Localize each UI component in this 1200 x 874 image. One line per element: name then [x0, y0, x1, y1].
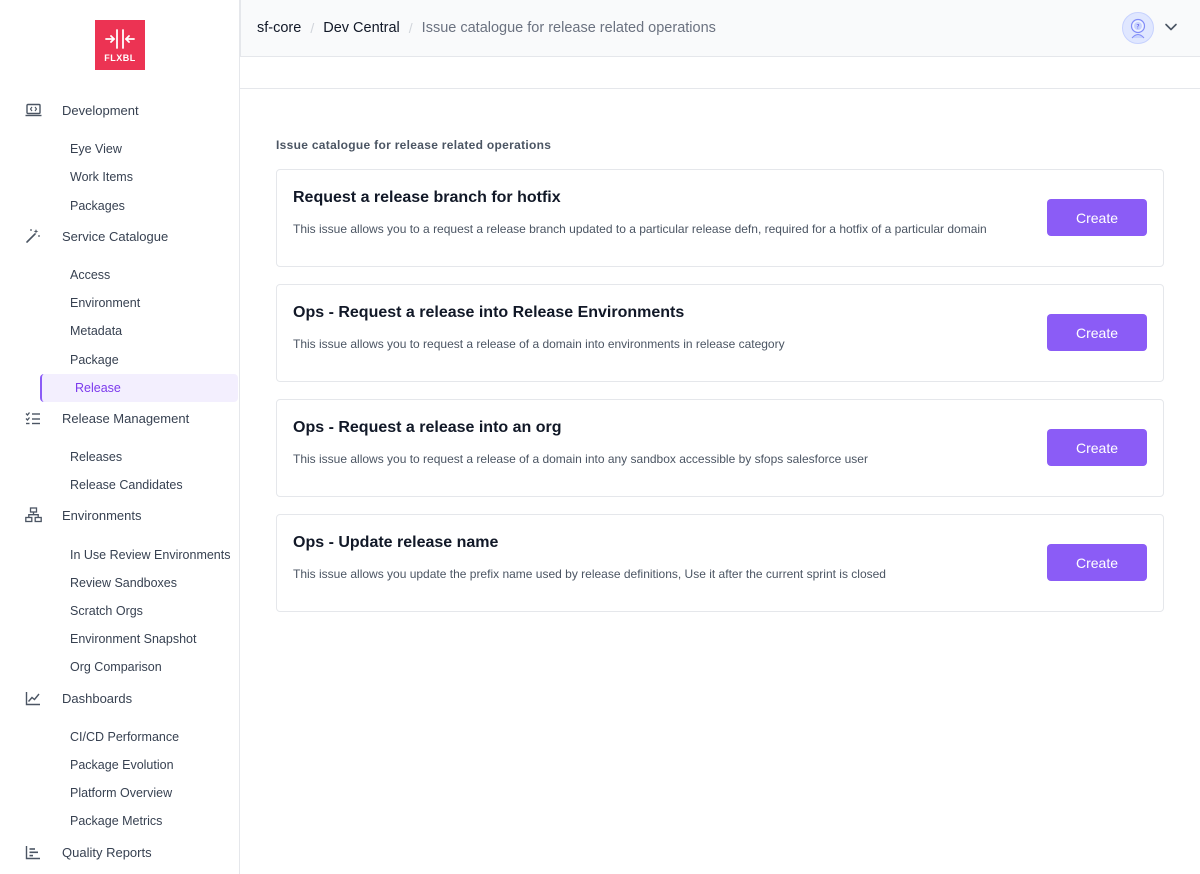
issue-card-title: Request a release branch for hotfix	[293, 189, 561, 206]
create-button[interactable]: Create	[1047, 199, 1147, 236]
issue-card-description: This issue allows you to a request a rel…	[293, 222, 987, 236]
issue-card-description: This issue allows you update the prefix …	[293, 567, 886, 581]
breadcrumb-separator: /	[408, 20, 413, 36]
sidebar-item-platform-overview[interactable]: Platform Overview	[70, 783, 172, 803]
sidebar: FLXBL Development Eye View Work Items Pa…	[0, 0, 240, 874]
sidebar-section-dashboards[interactable]: Dashboards	[24, 686, 132, 710]
bar-chart-icon	[24, 843, 42, 861]
header-divider	[240, 88, 1200, 89]
sidebar-item-in-use-review-environments[interactable]: In Use Review Environments	[70, 545, 230, 565]
sidebar-section-service-catalogue[interactable]: Service Catalogue	[24, 224, 168, 248]
sidebar-item-org-comparison[interactable]: Org Comparison	[70, 657, 162, 677]
sidebar-item-release[interactable]: Release	[40, 374, 238, 402]
sidebar-item-access[interactable]: Access	[70, 265, 110, 285]
flxbl-logo[interactable]: FLXBL	[95, 20, 145, 70]
issue-card: Ops - Request a release into an org This…	[276, 399, 1164, 497]
laptop-code-icon	[24, 101, 42, 119]
sidebar-section-development[interactable]: Development	[24, 98, 139, 122]
sidebar-item-environment-snapshot[interactable]: Environment Snapshot	[70, 629, 196, 649]
create-button[interactable]: Create	[1047, 429, 1147, 466]
user-avatar[interactable]: ?	[1122, 12, 1154, 44]
sidebar-item-eye-view[interactable]: Eye View	[70, 139, 122, 159]
sidebar-section-quality-reports[interactable]: Quality Reports	[24, 840, 152, 864]
breadcrumb-separator: /	[310, 20, 315, 36]
issue-card: Ops - Update release name This issue all…	[276, 514, 1164, 612]
issue-card: Ops - Request a release into Release Env…	[276, 284, 1164, 382]
magic-wand-icon	[24, 227, 42, 245]
breadcrumb-item[interactable]: sf-core	[257, 20, 301, 36]
issue-card: Request a release branch for hotfix This…	[276, 169, 1164, 267]
sidebar-section-label: Development	[62, 102, 139, 118]
sidebar-item-package[interactable]: Package	[70, 350, 119, 370]
sidebar-section-environments[interactable]: Environments	[24, 503, 141, 527]
sidebar-item-packages[interactable]: Packages	[70, 196, 125, 216]
sidebar-item-package-metrics[interactable]: Package Metrics	[70, 811, 162, 831]
svg-text:?: ?	[1136, 24, 1139, 31]
logo-text: FLXBL	[104, 52, 136, 63]
sidebar-item-release-candidates[interactable]: Release Candidates	[70, 475, 183, 495]
issue-card-description: This issue allows you to request a relea…	[293, 452, 868, 466]
sidebar-item-metadata[interactable]: Metadata	[70, 321, 122, 341]
astronaut-avatar-icon: ?	[1130, 18, 1146, 39]
sidebar-item-environment[interactable]: Environment	[70, 293, 140, 313]
sidebar-section-label: Quality Reports	[62, 844, 152, 860]
issue-card-title: Ops - Request a release into Release Env…	[293, 304, 685, 321]
sidebar-item-review-sandboxes[interactable]: Review Sandboxes	[70, 573, 177, 593]
logo-arrows-icon	[105, 28, 135, 49]
sidebar-section-label: Release Management	[62, 410, 190, 426]
sidebar-section-label: Environments	[62, 507, 142, 523]
breadcrumb-current: Issue catalogue for release related oper…	[421, 20, 716, 36]
issue-card-description: This issue allows you to request a relea…	[293, 337, 785, 351]
chevron-down-icon[interactable]	[1164, 20, 1178, 34]
sidebar-section-release-management[interactable]: Release Management	[24, 406, 189, 430]
checklist-icon	[24, 409, 42, 427]
page-heading: Issue catalogue for release related oper…	[276, 138, 552, 152]
network-icon	[24, 506, 42, 524]
line-chart-icon	[24, 689, 42, 707]
sidebar-item-cicd-performance[interactable]: CI/CD Performance	[70, 727, 179, 747]
sidebar-item-work-items[interactable]: Work Items	[70, 167, 133, 187]
sidebar-section-label: Dashboards	[62, 690, 133, 706]
breadcrumb-item[interactable]: Dev Central	[323, 20, 400, 36]
issue-card-title: Ops - Update release name	[293, 534, 499, 551]
issue-card-title: Ops - Request a release into an org	[293, 419, 562, 436]
create-button[interactable]: Create	[1047, 314, 1147, 351]
sidebar-item-releases[interactable]: Releases	[70, 447, 122, 467]
sidebar-item-scratch-orgs[interactable]: Scratch Orgs	[70, 601, 143, 621]
sidebar-item-package-evolution[interactable]: Package Evolution	[70, 755, 174, 775]
sidebar-section-label: Service Catalogue	[62, 228, 169, 244]
top-bar: sf-core / Dev Central / Issue catalogue …	[240, 0, 1200, 57]
create-button[interactable]: Create	[1047, 544, 1147, 581]
